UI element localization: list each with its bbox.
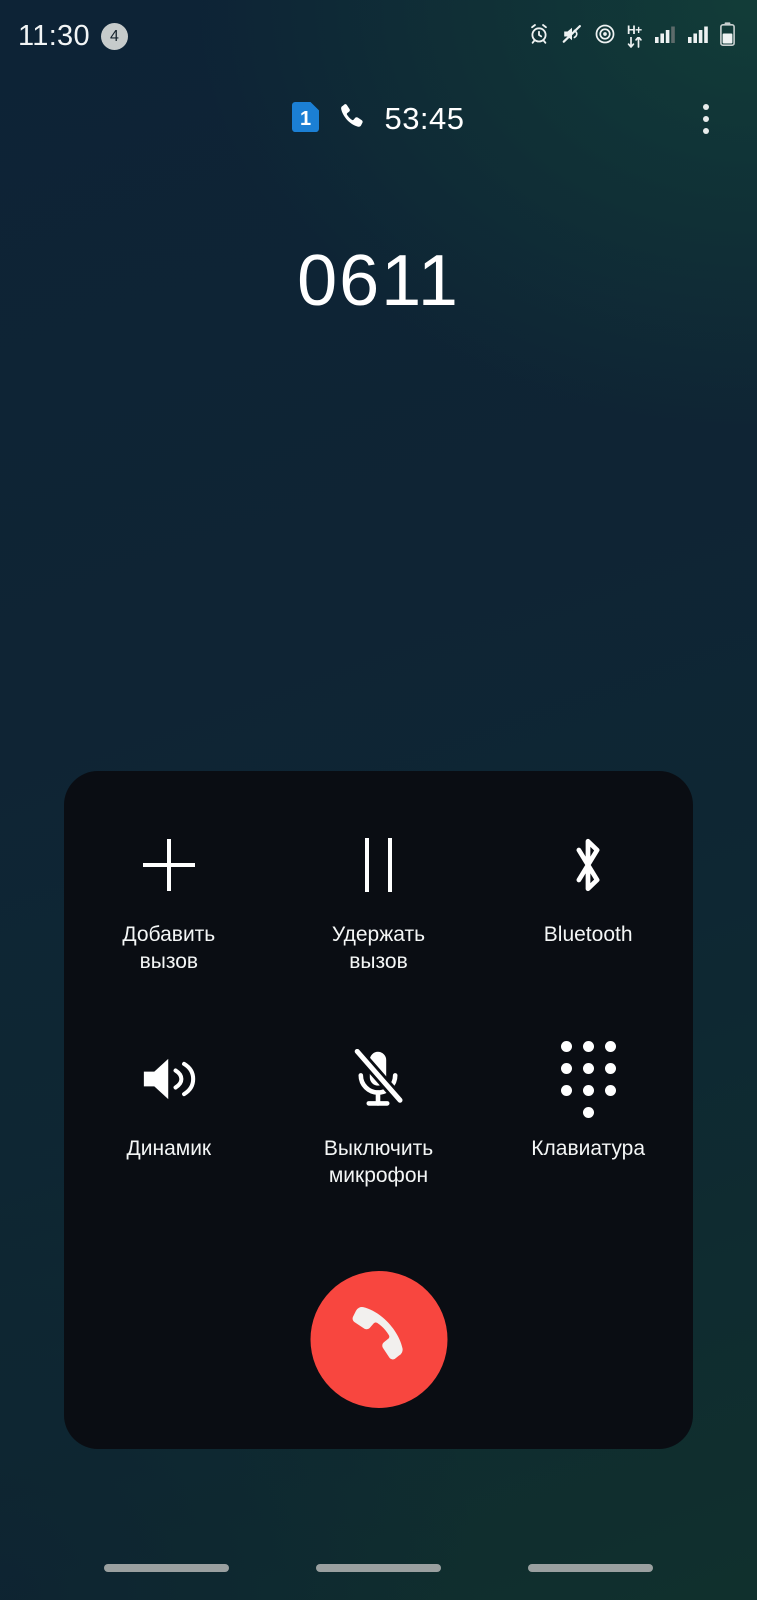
overflow-dot	[703, 128, 709, 134]
sim-card-icon: 1	[292, 101, 320, 137]
status-bar: 11:30 4 H+	[0, 0, 757, 72]
mute-button[interactable]: Выключить микрофон	[274, 1041, 484, 1189]
speaker-icon	[64, 1041, 274, 1117]
call-controls-grid: Добавить вызов Удержать вызов Bluetooth	[64, 827, 693, 1189]
add-call-icon	[64, 827, 274, 903]
call-duration: 53:45	[384, 101, 465, 136]
svg-text:1: 1	[300, 108, 311, 130]
status-bar-left: 11:30 4	[18, 20, 128, 53]
speaker-button[interactable]: Динамик	[64, 1041, 274, 1189]
keypad-button[interactable]: Клавиатура	[483, 1040, 693, 1189]
dialpad-icon	[483, 1040, 693, 1118]
hold-call-label: Удержать вызов	[331, 923, 426, 973]
back-pill[interactable]	[528, 1564, 654, 1572]
hold-call-button[interactable]: Удержать вызов	[274, 827, 484, 975]
phone-handset-icon	[336, 101, 367, 137]
bluetooth-button[interactable]: Bluetooth	[483, 827, 693, 975]
hold-call-icon	[274, 827, 484, 903]
recents-pill[interactable]	[103, 1564, 229, 1572]
overflow-menu-icon[interactable]	[683, 96, 729, 142]
signal-sim2-icon	[687, 24, 709, 49]
overflow-dot	[703, 116, 709, 122]
call-controls-panel: Добавить вызов Удержать вызов Bluetooth	[64, 771, 693, 1449]
ringer-muted-icon	[561, 23, 583, 50]
hotspot-icon	[594, 23, 616, 50]
notification-count-badge: 4	[100, 22, 128, 50]
keypad-label: Клавиатура	[531, 1137, 646, 1160]
add-call-label: Добавить вызов	[122, 923, 216, 973]
mute-label: Выключить микрофон	[323, 1137, 434, 1187]
call-status-group: 1 53:45	[292, 101, 464, 137]
data-type-label: H+	[627, 23, 642, 37]
speaker-label: Динамик	[126, 1137, 212, 1160]
alarm-icon	[528, 23, 550, 50]
gesture-nav-bar	[0, 1558, 757, 1578]
call-screen: 11:30 4 H+ 1 53:45 0611 Добавить вызов У…	[0, 0, 757, 1600]
hplus-data-icon: H+	[627, 24, 643, 48]
bluetooth-icon	[483, 827, 693, 903]
status-bar-right: H+	[528, 21, 735, 51]
overflow-dot	[703, 104, 709, 110]
home-pill[interactable]	[315, 1564, 441, 1572]
end-call-icon	[343, 1301, 415, 1378]
status-bar-clock: 11:30	[18, 19, 90, 52]
mic-off-icon	[274, 1041, 484, 1117]
caller-number: 0611	[297, 241, 460, 321]
signal-sim1-icon	[654, 24, 676, 49]
end-call-button[interactable]	[310, 1271, 447, 1408]
bluetooth-label: Bluetooth	[543, 923, 633, 946]
battery-icon	[720, 21, 735, 51]
add-call-button[interactable]: Добавить вызов	[64, 827, 274, 975]
call-status-header: 1 53:45	[0, 92, 757, 146]
